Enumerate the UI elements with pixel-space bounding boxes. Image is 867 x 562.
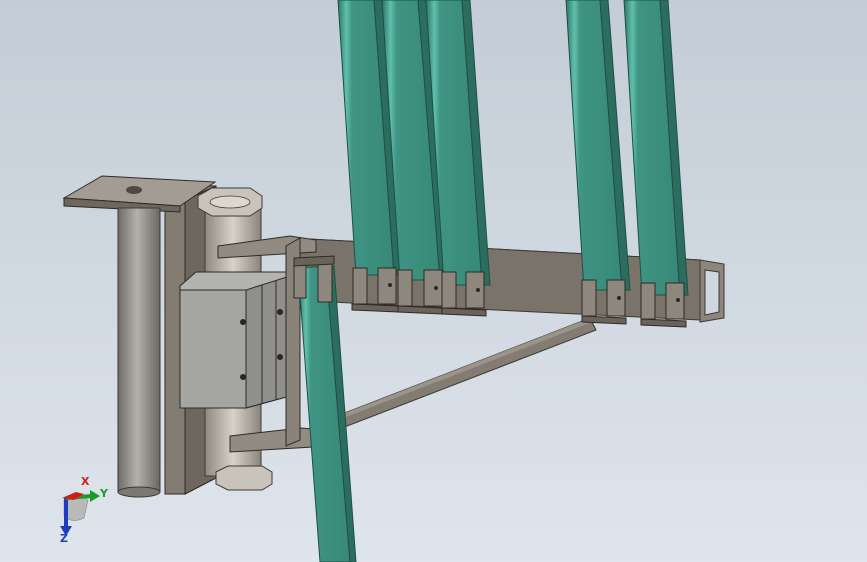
clamp[interactable] <box>606 279 626 317</box>
assembly-model[interactable] <box>0 0 867 562</box>
x-axis-label: X <box>81 475 90 488</box>
clamp[interactable] <box>352 267 368 305</box>
clamp[interactable] <box>441 271 457 309</box>
clamp[interactable] <box>397 269 413 307</box>
bolt-hole <box>126 186 142 194</box>
clamp[interactable] <box>640 282 656 320</box>
cad-3d-viewport[interactable]: X Y Z <box>0 0 867 562</box>
clamp[interactable] <box>465 271 485 309</box>
clamp[interactable] <box>581 279 597 317</box>
clamp[interactable] <box>317 261 333 303</box>
diagonal-brace[interactable] <box>336 317 597 429</box>
y-axis-label: Y <box>100 487 108 500</box>
green-profile-4[interactable] <box>565 0 631 291</box>
clamp[interactable] <box>293 261 307 299</box>
clamp[interactable] <box>423 269 443 307</box>
linear-bearing-block[interactable] <box>179 271 291 409</box>
guide-rod[interactable] <box>117 207 161 498</box>
coordinate-triad-icon[interactable]: X Y Z <box>44 470 124 550</box>
hex-nut-bottom[interactable] <box>215 465 273 491</box>
clamp[interactable] <box>377 267 397 305</box>
clamp[interactable] <box>665 282 685 320</box>
z-axis-label: Z <box>60 532 68 545</box>
green-profile-5[interactable] <box>623 0 689 296</box>
